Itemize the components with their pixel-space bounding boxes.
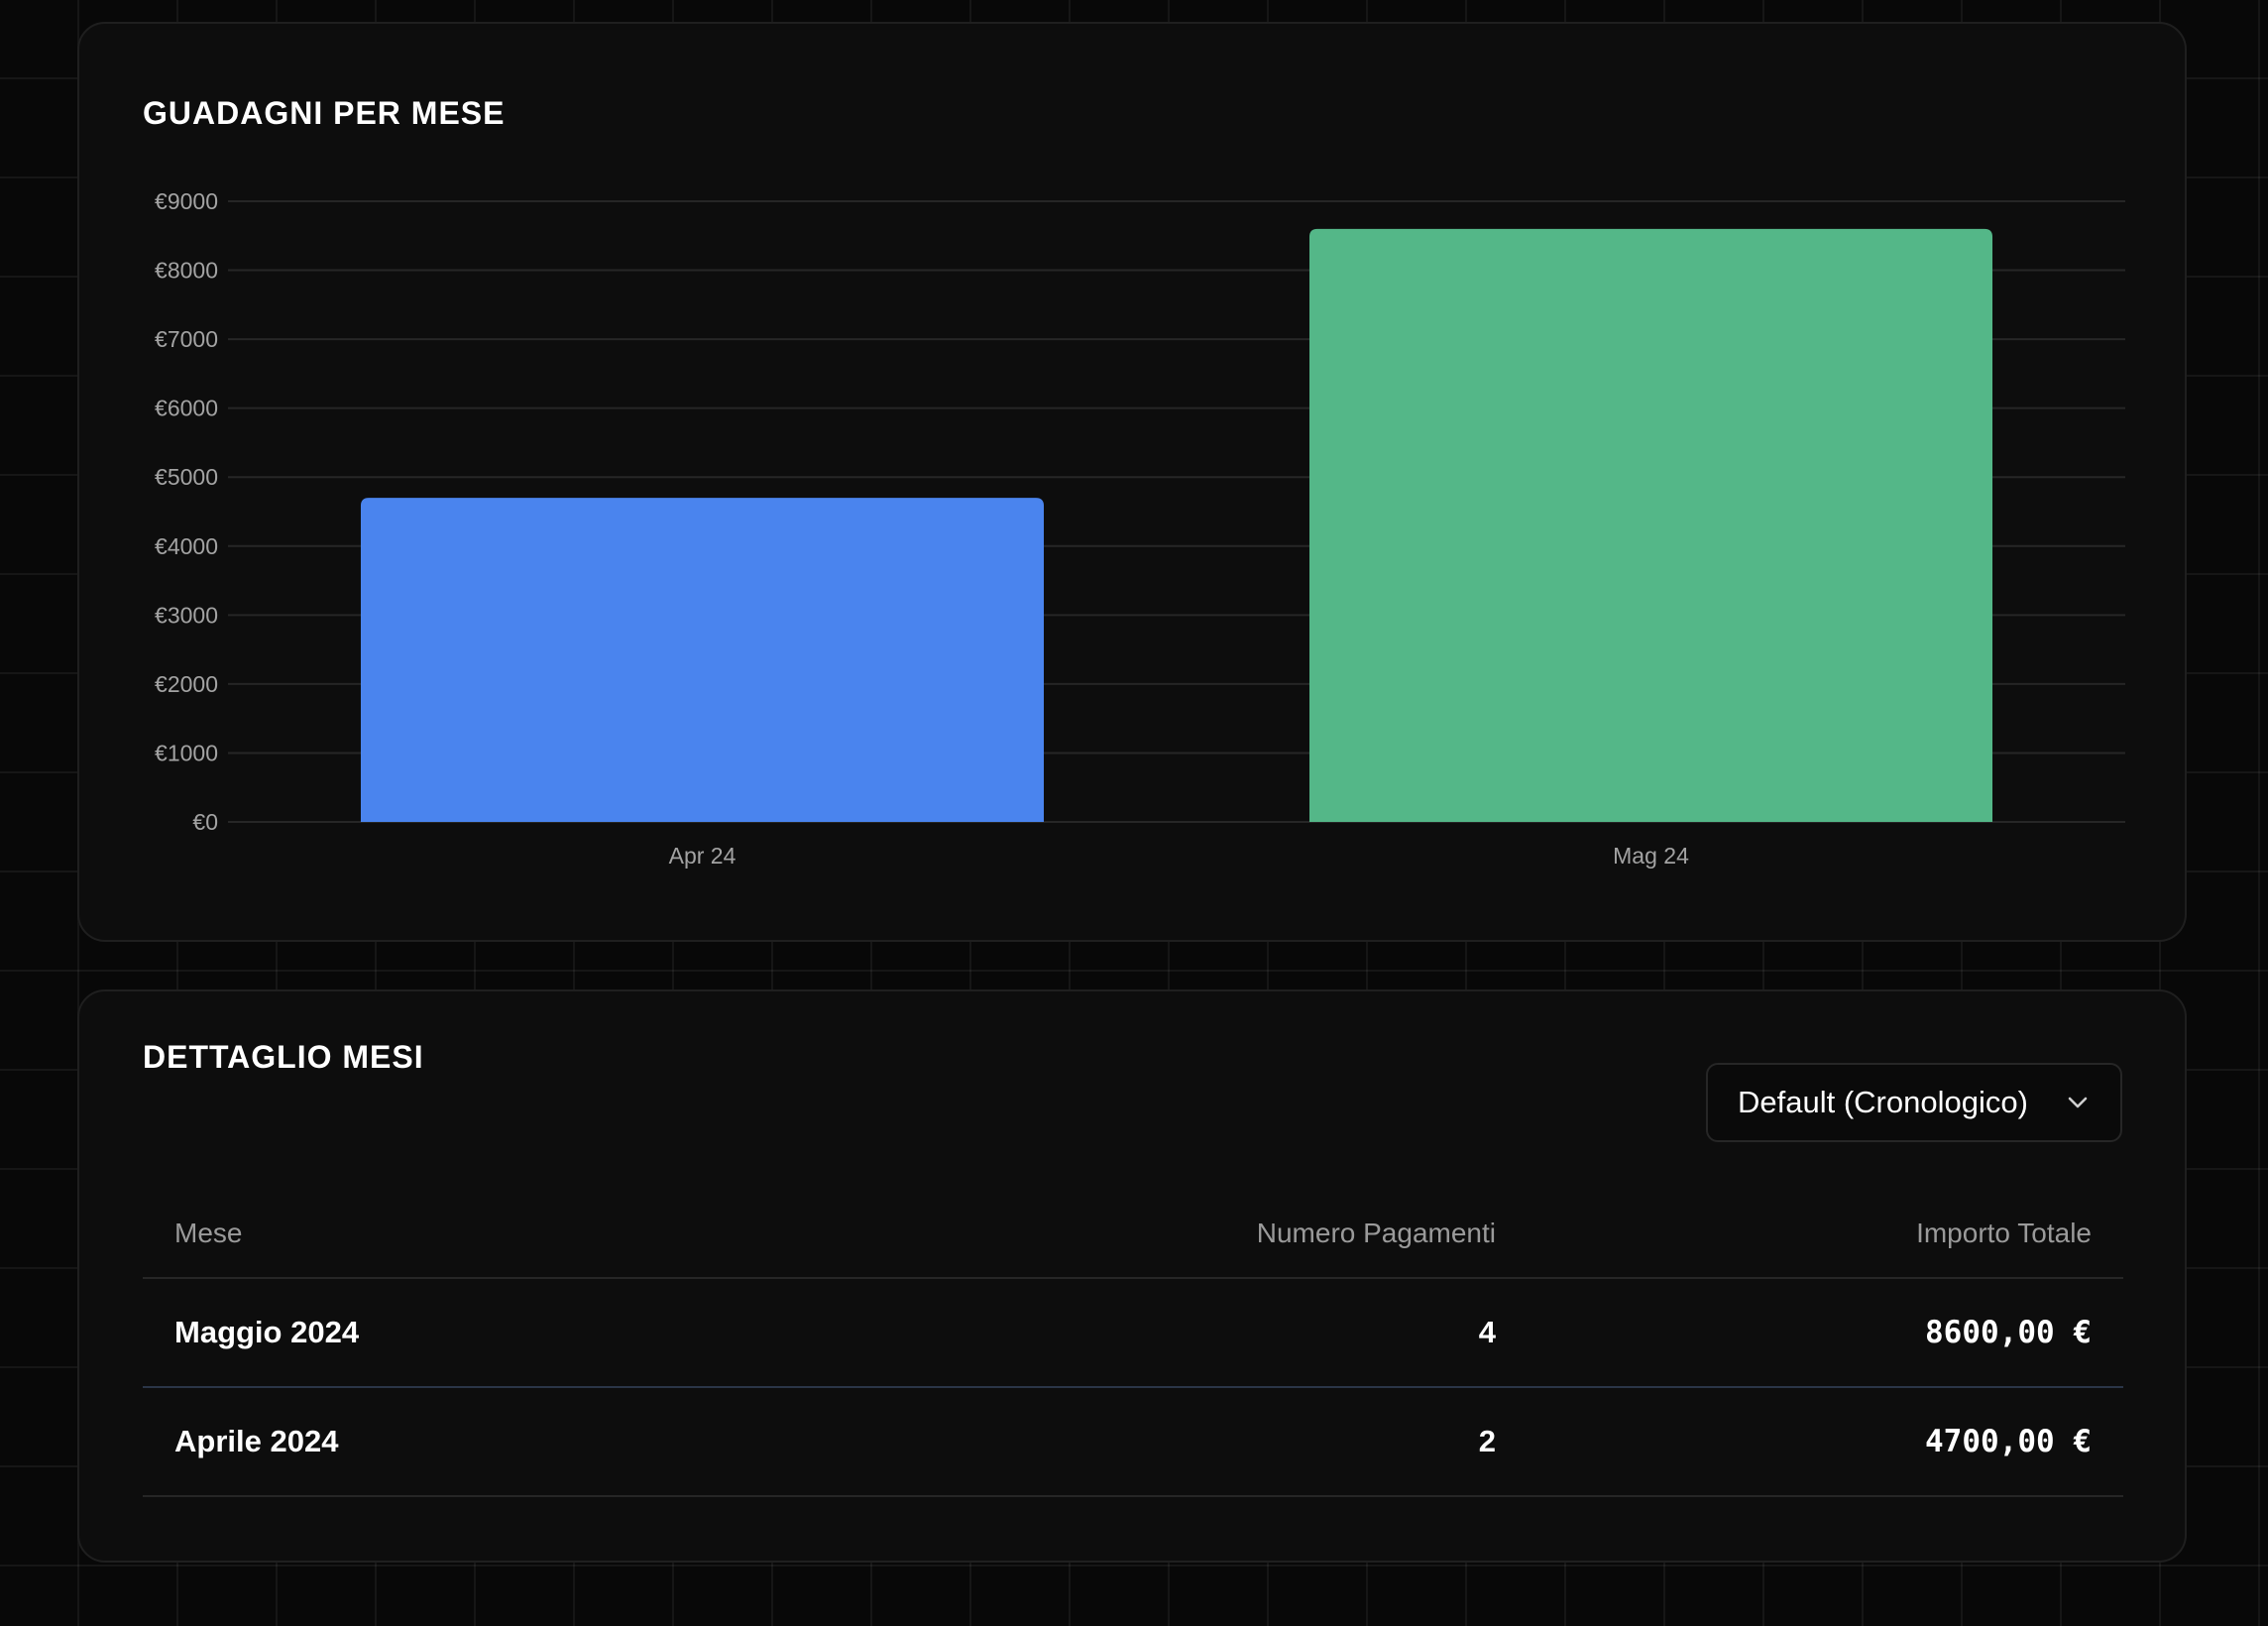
- y-tick-label: €2000: [155, 671, 218, 697]
- row-payment-count: 4: [1478, 1315, 1496, 1349]
- sort-order-value: Default (Cronologico): [1738, 1085, 2028, 1119]
- column-header-total-amount[interactable]: Importo Totale: [1528, 1218, 2123, 1249]
- x-category-label: Mag 24: [1613, 843, 1689, 869]
- bar-mag-24[interactable]: [1308, 228, 1993, 823]
- y-tick-label: €0: [192, 809, 218, 835]
- table-row[interactable]: Maggio 2024 4 8600,00 €: [143, 1279, 2123, 1388]
- table-title: DETTAGLIO MESI: [143, 1039, 424, 1075]
- y-tick-label: €6000: [155, 396, 218, 421]
- earnings-bar-chart: €0 €1000 €2000 €3000 €4000 €5000 €6000 €7000 €80…: [155, 188, 2125, 869]
- y-tick-label: €9000: [155, 188, 218, 214]
- months-table: Mese Numero Pagamenti Importo Totale Mag…: [143, 1190, 2123, 1497]
- y-tick-label: €1000: [155, 740, 218, 765]
- y-tick-label: €7000: [155, 326, 218, 352]
- row-total-amount: 4700,00 €: [1925, 1424, 2092, 1459]
- chevron-down-icon: [2065, 1090, 2091, 1115]
- table-header-row: Mese Numero Pagamenti Importo Totale: [143, 1190, 2123, 1279]
- y-tick-label: €5000: [155, 464, 218, 490]
- months-detail-card: DETTAGLIO MESI Default (Cronologico) Mes…: [77, 989, 2187, 1563]
- row-total-amount: 8600,00 €: [1925, 1315, 2092, 1350]
- earnings-chart-card: GUADAGNI PER MESE €0 €1000 €2000 €3000 €4000…: [77, 22, 2187, 942]
- bar-apr-24[interactable]: [360, 498, 1045, 822]
- y-tick-label: €4000: [155, 533, 218, 559]
- x-category-label: Apr 24: [669, 843, 737, 869]
- y-tick-label: €3000: [155, 602, 218, 628]
- column-header-payment-count[interactable]: Numero Pagamenti: [936, 1218, 1528, 1249]
- column-header-month[interactable]: Mese: [143, 1218, 936, 1249]
- row-payment-count: 2: [1478, 1424, 1496, 1458]
- row-month: Maggio 2024: [174, 1315, 360, 1349]
- y-tick-label: €8000: [155, 258, 218, 284]
- row-month: Aprile 2024: [174, 1424, 339, 1458]
- table-row[interactable]: Aprile 2024 2 4700,00 €: [143, 1388, 2123, 1497]
- sort-order-select[interactable]: Default (Cronologico): [1706, 1063, 2122, 1142]
